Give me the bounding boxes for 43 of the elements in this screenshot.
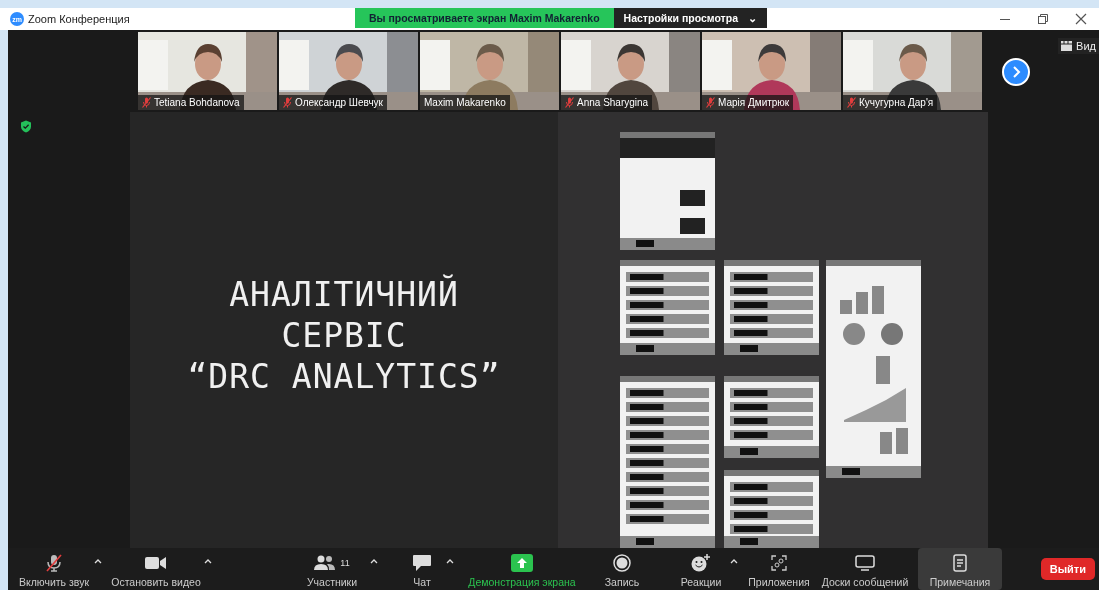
apps-button[interactable]: Приложения (746, 548, 812, 590)
participant-name: Maxim Makarenko (424, 97, 506, 108)
participants-button[interactable]: 11 Участники (294, 548, 370, 590)
smiley-plus-icon (691, 554, 711, 572)
participant-name: Tetiana Bohdanova (154, 97, 240, 108)
slide-title: СЕРВІС (281, 318, 407, 352)
video-tile[interactable]: Anna Sharygina (561, 32, 700, 110)
video-tile[interactable]: Марія Дмитрюк (702, 32, 841, 110)
chat-bubble-icon (412, 554, 432, 572)
notes-button[interactable]: Примечания (918, 548, 1002, 590)
boards-button[interactable]: Доски сообщений (818, 548, 912, 590)
share-screen-icon (511, 554, 533, 572)
mic-button[interactable]: Включить звук (14, 548, 94, 590)
share-notice: Вы просматриваете экран Maxim Makarenko (355, 8, 614, 28)
share-button[interactable]: Демонстрация экрана (462, 548, 582, 590)
close-icon[interactable] (1075, 13, 1087, 25)
view-settings-button[interactable]: Настройки просмотра ⌄ (613, 8, 767, 28)
participant-name: Кучугурна Дар'я (859, 97, 934, 108)
reactions-button[interactable]: Реакции (672, 548, 730, 590)
notepad-icon (952, 554, 968, 572)
shield-icon[interactable] (20, 120, 32, 133)
view-button[interactable]: Вид (1058, 38, 1099, 54)
video-tile[interactable]: Maxim Makarenko (420, 32, 559, 110)
video-tile[interactable]: Кучугурна Дар'я (843, 32, 982, 110)
record-icon (613, 554, 631, 572)
participant-name: Марія Дмитрюк (718, 97, 790, 108)
video-camera-icon (145, 556, 167, 570)
monitor-icon (855, 555, 875, 571)
record-button[interactable]: Запись (592, 548, 652, 590)
window-title: Zoom Конференция (28, 13, 130, 25)
video-tile[interactable]: Tetiana Bohdanova (138, 32, 277, 110)
video-tile[interactable]: Олександр Шевчук (279, 32, 418, 110)
video-button[interactable]: Остановить видео (108, 548, 204, 590)
participant-name: Anna Sharygina (577, 97, 649, 108)
apps-icon (771, 555, 787, 571)
restore-icon[interactable] (1037, 13, 1049, 25)
slide-title: “DRC ANALYTICS” (187, 359, 501, 393)
leave-button[interactable]: Выйти (1040, 558, 1095, 580)
participant-name: Олександр Шевчук (295, 97, 383, 108)
next-page-button[interactable] (1002, 58, 1030, 86)
chat-button[interactable]: Чат (398, 548, 446, 590)
people-icon (314, 555, 337, 571)
calendar-icon (1061, 41, 1073, 51)
